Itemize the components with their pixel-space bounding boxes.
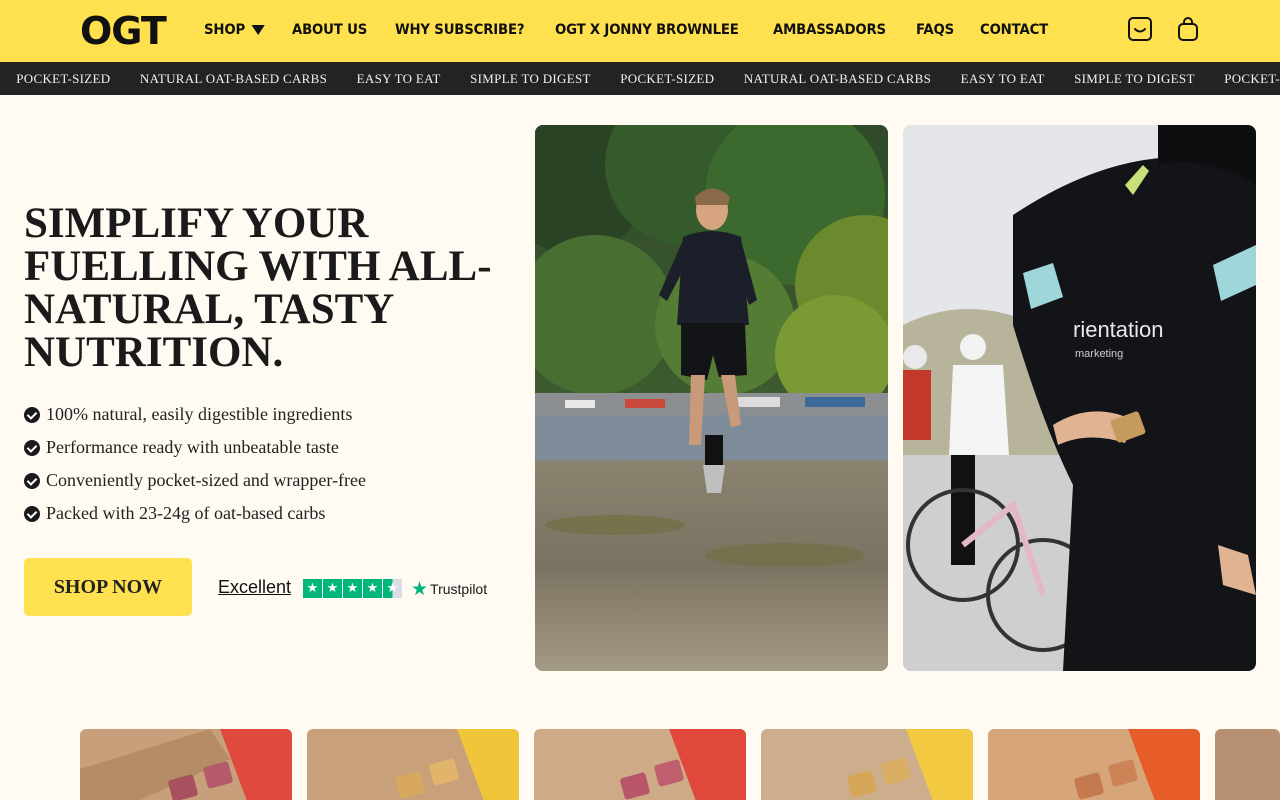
logo[interactable]: OGT [80,12,167,50]
cart-icon[interactable] [1175,16,1201,42]
marquee-item: NATURAL OAT-BASED CARBS [139,70,328,86]
marquee-item: EASY TO EAT [356,70,441,86]
site-header: OGT SHOP ABOUT US WHY SUBSCRIBE? OGT X J… [0,0,1280,62]
marquee-item: SIMPLE TO DIGEST [470,70,591,86]
trustpilot-brand: Trustpilot [430,581,488,597]
check-circle-icon [24,472,40,489]
trustpilot-star-icon: ★ [411,578,429,600]
check-circle-icon [24,439,40,456]
product-card-6[interactable] [1215,729,1280,800]
feature-item: Performance ready with unbeatable taste [24,431,366,464]
check-circle-icon [24,505,40,522]
marquee-item: POCKET-SIZED [1224,70,1280,86]
marquee-item: NATURAL OAT-BASED CARBS [743,70,932,86]
nav-contact[interactable]: CONTACT [980,22,1048,38]
feature-text: 100% natural, easily digestible ingredie… [46,404,353,424]
feature-text: Packed with 23-24g of oat-based carbs [46,503,326,523]
star-icon: ★ [323,579,342,598]
nav-about-us[interactable]: ABOUT US [292,22,367,38]
star-icon: ★ [383,579,402,598]
nav-faqs[interactable]: FAQS [916,22,954,38]
star-icon: ★ [343,579,362,598]
trustpilot-logo[interactable]: ★ Trustpilot [411,578,487,600]
account-icon[interactable] [1127,16,1153,42]
feature-text: Performance ready with unbeatable taste [46,437,339,457]
star-icon: ★ [303,579,322,598]
trustpilot-stars: ★ ★ ★ ★ ★ [303,579,402,598]
nav-ambassadors[interactable]: AMBASSADORS [773,22,886,38]
feature-item: Packed with 23-24g of oat-based carbs [24,497,366,530]
product-card-2[interactable] [307,729,519,800]
trustpilot-rating-link[interactable]: Excellent [218,577,291,598]
marquee-item: POCKET-SIZED [16,70,111,86]
feature-list: 100% natural, easily digestible ingredie… [24,398,366,530]
check-circle-icon [24,406,40,423]
feature-item: 100% natural, easily digestible ingredie… [24,398,366,431]
main-nav: SHOP ABOUT US WHY SUBSCRIBE? OGT X JONNY… [204,22,1075,38]
feature-item: Conveniently pocket-sized and wrapper-fr… [24,464,366,497]
chevron-down-icon [251,25,265,35]
product-card-4[interactable] [761,729,973,800]
cyclist-photo: rientation marketing [903,125,1256,671]
feature-text: Conveniently pocket-sized and wrapper-fr… [46,470,367,490]
marquee-item: EASY TO EAT [960,70,1045,86]
benefits-marquee: STPOCKET-SIZEDNATURAL OAT-BASED CARBSEAS… [0,62,1280,95]
shop-now-button[interactable]: SHOP NOW [24,558,192,616]
marquee-item: SIMPLE TO DIGEST [1074,70,1195,86]
jersey-text: rientation [1073,317,1164,342]
product-card-1[interactable] [80,729,292,800]
jersey-subtext: marketing [1075,348,1123,360]
product-card-3[interactable] [534,729,746,800]
star-icon: ★ [363,579,382,598]
marquee-item: POCKET-SIZED [620,70,715,86]
hero-title: SIMPLIFY YOUR FUELLING WITH ALL-NATURAL,… [24,200,492,376]
marquee-track: STPOCKET-SIZEDNATURAL OAT-BASED CARBSEAS… [0,62,1280,95]
product-card-5[interactable] [988,729,1200,800]
runner-photo [535,125,888,671]
nav-ogt-jonny-brownlee[interactable]: OGT X JONNY BROWNLEE [555,22,739,38]
nav-why-subscribe[interactable]: WHY SUBSCRIBE? [395,22,525,38]
nav-shop[interactable]: SHOP [204,22,265,38]
nav-shop-label: SHOP [204,22,246,38]
